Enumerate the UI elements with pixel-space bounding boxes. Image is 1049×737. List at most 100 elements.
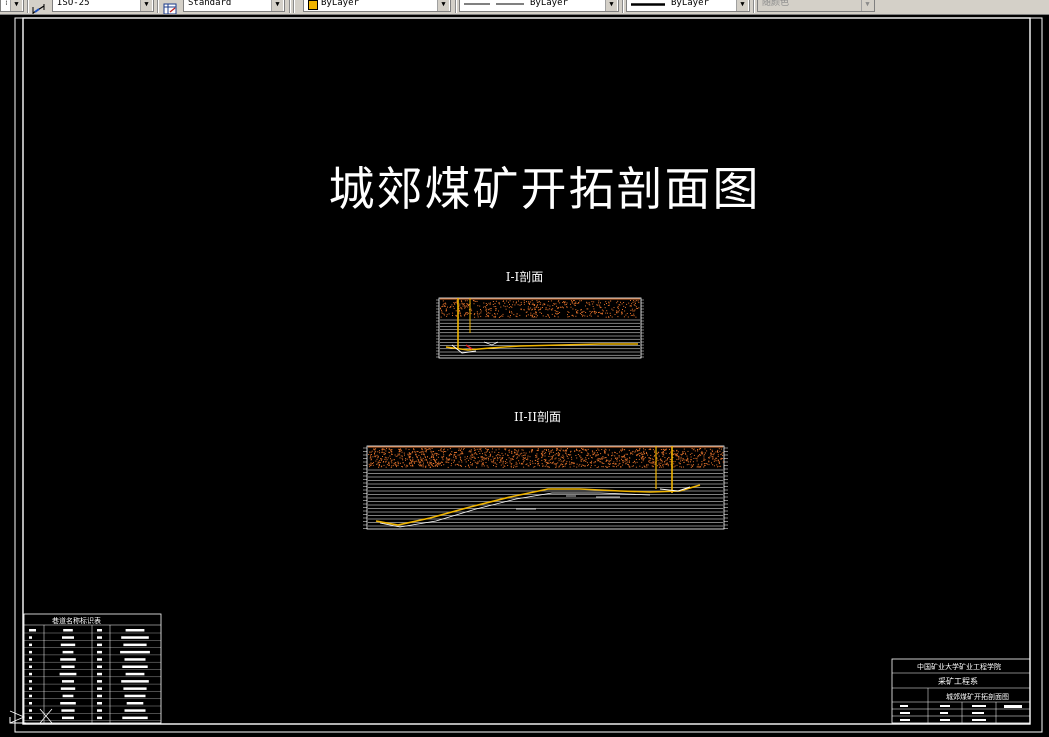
rock-particle — [478, 313, 480, 315]
rock-particle — [546, 450, 547, 451]
rock-particle — [460, 464, 462, 466]
rock-particle — [495, 455, 497, 457]
rock-particle — [562, 302, 564, 303]
legend-row-code — [97, 716, 102, 720]
text-style-dropdown[interactable]: ⁝ ▼ — [0, 0, 24, 12]
rock-particle — [424, 448, 426, 450]
rock-particle — [572, 462, 574, 464]
rock-particle — [530, 314, 531, 316]
rock-particle — [511, 306, 513, 308]
rock-particle — [552, 449, 553, 451]
rock-particle — [644, 456, 646, 458]
rock-particle — [688, 461, 690, 463]
rock-particle — [423, 462, 424, 464]
rock-particle — [430, 459, 432, 461]
rock-particle — [495, 462, 496, 464]
rock-particle — [485, 451, 487, 453]
rock-particle — [562, 306, 563, 308]
dimension-style-icon[interactable] — [31, 0, 47, 14]
rock-particle — [722, 455, 724, 456]
rock-particle — [465, 313, 466, 315]
rock-particle — [440, 464, 442, 466]
rock-particle — [461, 453, 463, 455]
drawing-canvas[interactable]: 城郊煤矿开拓剖面图 I-I剖面 II-II剖面 巷道名称标识表 中国矿业大学矿业… — [0, 15, 1049, 737]
rock-particle — [488, 309, 490, 311]
rock-particle — [468, 465, 469, 467]
rock-particle — [411, 462, 413, 464]
rock-particle — [506, 305, 508, 307]
rock-particle — [522, 457, 524, 459]
rock-particle — [378, 466, 380, 468]
rock-particle — [568, 454, 570, 456]
table-style-icon[interactable] — [162, 0, 178, 14]
rock-particle — [428, 464, 430, 466]
rock-particle — [417, 459, 419, 460]
rock-particle — [641, 461, 643, 463]
rock-particle — [411, 452, 413, 454]
dimension-style-dropdown[interactable]: ISO-25 ▼ — [52, 0, 154, 12]
rock-particle — [431, 455, 433, 457]
rock-particle — [648, 461, 650, 463]
rock-particle — [391, 449, 393, 451]
rock-particle — [720, 448, 722, 450]
legend-row-name — [60, 702, 76, 705]
rock-particle — [443, 451, 445, 452]
rock-particle — [547, 309, 549, 311]
rock-particle — [549, 459, 551, 461]
linetype-control-dropdown[interactable]: ByLayer ▼ — [459, 0, 619, 12]
color-control-dropdown[interactable]: ByLayer ▼ — [303, 0, 451, 12]
rock-particle — [664, 463, 666, 465]
rock-particle — [677, 453, 679, 455]
rock-particle — [596, 459, 598, 461]
rock-particle — [404, 464, 406, 466]
rock-particle — [617, 305, 619, 307]
legend-row-name — [60, 658, 76, 661]
rock-particle — [582, 315, 583, 317]
rock-particle — [369, 457, 371, 459]
rock-particle — [438, 453, 440, 455]
rock-particle — [595, 450, 597, 451]
rock-particle — [614, 314, 616, 315]
rock-particle — [443, 314, 445, 316]
rock-particle — [646, 464, 648, 466]
rock-particle — [542, 304, 544, 306]
rock-particle — [550, 308, 552, 310]
rock-particle — [451, 459, 453, 461]
rock-particle — [586, 301, 588, 303]
rock-particle — [678, 458, 679, 460]
rock-particle — [525, 311, 527, 313]
table-style-dropdown[interactable]: Standard ▼ — [183, 0, 285, 12]
rock-particle — [463, 303, 465, 305]
plotstyle-control-dropdown[interactable]: 随颜色 ▼ — [757, 0, 875, 12]
rock-particle — [480, 448, 482, 450]
rock-particle — [441, 312, 443, 314]
rock-particle — [407, 453, 409, 455]
rock-particle — [682, 451, 683, 453]
rock-particle — [420, 465, 422, 467]
rock-particle — [611, 455, 612, 457]
rock-particle — [582, 448, 584, 450]
rock-particle — [604, 448, 606, 450]
rock-particle — [617, 465, 619, 467]
rock-particle — [558, 458, 560, 460]
rock-particle — [438, 462, 440, 464]
rock-particle — [516, 313, 518, 315]
rock-particle — [565, 304, 567, 305]
rock-particle — [613, 461, 615, 463]
rock-particle — [592, 452, 594, 454]
title-block-signature-mark — [1004, 705, 1022, 708]
rock-particle — [537, 464, 539, 466]
rock-particle — [585, 305, 586, 307]
rock-particle — [502, 461, 504, 463]
lineweight-control-dropdown[interactable]: ByLayer ▼ — [626, 0, 750, 12]
rock-particle — [460, 307, 462, 309]
rock-particle — [675, 455, 677, 457]
rock-particle — [430, 456, 432, 458]
rock-particle — [440, 448, 442, 450]
rock-particle — [502, 458, 503, 460]
rock-particle — [370, 463, 372, 465]
rock-particle — [453, 461, 455, 463]
title-block-cell-text — [900, 719, 910, 721]
rock-particle — [503, 465, 505, 467]
legend-row-code — [97, 694, 102, 698]
